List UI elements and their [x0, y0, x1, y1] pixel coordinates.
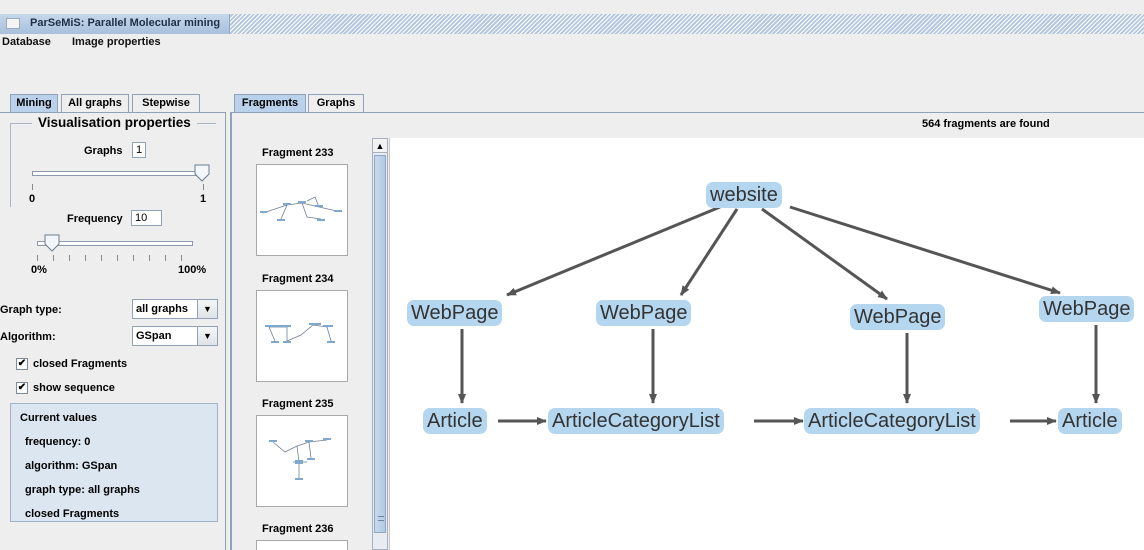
current-graph-type: graph type: all graphs — [25, 484, 140, 496]
fragment-label-233: Fragment 233 — [262, 147, 334, 159]
node-webpage-3[interactable]: WebPage — [850, 304, 946, 330]
show-sequence-label[interactable]: show sequence — [33, 382, 115, 394]
title-bar-pattern — [230, 14, 1144, 34]
tab-fragments[interactable]: Fragments — [234, 94, 306, 112]
tab-mining[interactable]: Mining — [10, 94, 58, 112]
frequency-slider-thumb[interactable] — [44, 234, 60, 252]
fragment-graph-thumbnail — [269, 438, 331, 480]
current-values-title: Current values — [20, 412, 98, 424]
graphs-max-label: 1 — [200, 193, 207, 205]
algorithm-select[interactable]: GSpan ▼ — [132, 326, 218, 346]
current-frequency: frequency: 0 — [25, 436, 91, 448]
graphs-slider-ticks — [32, 184, 204, 190]
graph-canvas[interactable]: website WebPage WebPage WebPage WebPage … — [389, 138, 1144, 550]
node-website[interactable]: website — [706, 182, 782, 208]
fragment-thumbnail-235[interactable] — [256, 415, 348, 507]
chevron-down-icon[interactable]: ▼ — [197, 300, 217, 318]
current-closed: closed Fragments — [25, 508, 120, 520]
frequency-label: Frequency — [67, 213, 123, 225]
fragment-thumbnail-234[interactable] — [256, 290, 348, 382]
closed-fragments-label[interactable]: closed Fragments — [33, 358, 127, 370]
fragment-list-scrollbar[interactable]: ▲ — [372, 138, 388, 550]
frequency-min-label: 0% — [31, 264, 47, 276]
scroll-up-icon[interactable]: ▲ — [373, 139, 387, 153]
node-article-category-list-2[interactable]: ArticleCategoryList — [804, 408, 980, 434]
fragment-label-235: Fragment 235 — [262, 398, 334, 410]
algorithm-label: Algorithm: — [0, 331, 56, 343]
window-title: ParSeMiS: Parallel Molecular mining — [30, 17, 221, 29]
closed-fragments-checkbox[interactable]: ✔ — [16, 358, 28, 370]
edge-website-webpage3 — [761, 207, 888, 301]
graph-type-value: all graphs — [136, 303, 188, 315]
scrollbar-grip — [378, 516, 384, 521]
graphs-label: Graphs — [84, 145, 123, 157]
node-webpage-4[interactable]: WebPage — [1039, 296, 1135, 322]
tab-stepwise[interactable]: Stepwise — [132, 94, 200, 112]
show-sequence-checkbox[interactable]: ✔ — [16, 382, 28, 394]
fragment-graph-thumbnail — [265, 323, 335, 343]
tab-graphs[interactable]: Graphs — [308, 94, 364, 112]
fragment-count-status: 564 fragments are found — [922, 118, 1050, 130]
fragment-label-234: Fragment 234 — [262, 273, 334, 285]
node-article-category-list-1[interactable]: ArticleCategoryList — [548, 408, 724, 434]
current-algorithm: algorithm: GSpan — [25, 460, 118, 472]
graphs-min-label: 0 — [29, 193, 36, 205]
node-webpage-1[interactable]: WebPage — [407, 300, 503, 326]
scrollbar-thumb[interactable] — [374, 155, 386, 533]
frequency-field[interactable]: 10 — [131, 210, 162, 226]
node-article-1[interactable]: Article — [423, 408, 487, 434]
current-values-panel: Current values frequency: 0 algorithm: G… — [10, 403, 218, 522]
chevron-down-icon[interactable]: ▼ — [197, 327, 217, 345]
node-webpage-2[interactable]: WebPage — [596, 300, 692, 326]
tab-all-graphs[interactable]: All graphs — [61, 94, 129, 112]
frequency-max-label: 100% — [178, 264, 207, 276]
fragment-graph-thumbnail — [260, 196, 342, 221]
graphs-field[interactable]: 1 — [132, 142, 146, 158]
menu-database[interactable]: Database — [2, 36, 51, 48]
algorithm-value: GSpan — [136, 330, 172, 342]
graphs-slider-thumb[interactable] — [194, 164, 210, 182]
menu-image-properties[interactable]: Image properties — [72, 36, 161, 48]
visualisation-group — [10, 123, 216, 207]
edge-website-webpage4 — [789, 205, 1061, 295]
graph-type-select[interactable]: all graphs ▼ — [132, 299, 218, 319]
window-title-tab: ParSeMiS: Parallel Molecular mining — [0, 14, 230, 34]
graph-type-label: Graph type: — [0, 304, 62, 316]
window-title-bar[interactable]: ParSeMiS: Parallel Molecular mining — [0, 14, 1144, 34]
app-icon — [6, 18, 20, 29]
visualisation-title: Visualisation properties — [32, 115, 197, 130]
frequency-slider-ticks — [37, 255, 194, 261]
graphs-slider-track[interactable] — [32, 171, 204, 176]
fragment-label-236: Fragment 236 — [262, 523, 334, 535]
frequency-slider-track[interactable] — [37, 241, 193, 246]
fragment-thumbnail-236[interactable] — [256, 540, 348, 550]
fragment-thumbnail-233[interactable] — [256, 164, 348, 256]
node-article-2[interactable]: Article — [1058, 408, 1122, 434]
edge-website-webpage2 — [679, 208, 739, 296]
